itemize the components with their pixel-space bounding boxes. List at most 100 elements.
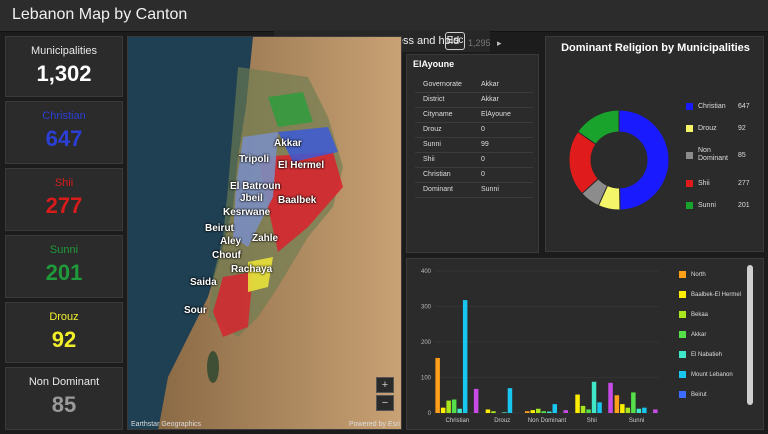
- bar-south[interactable]: [653, 409, 658, 413]
- bar-north[interactable]: [614, 395, 620, 413]
- x-tick-label: Christian: [446, 418, 470, 424]
- bar-baalbek-el-hermel[interactable]: [440, 407, 446, 413]
- attr-key: Christian: [415, 167, 473, 183]
- bar-el-nabatieh[interactable]: [547, 411, 552, 413]
- legend-swatch: [686, 152, 693, 159]
- map-label: Saida: [190, 277, 217, 288]
- legend-swatch: [679, 331, 686, 338]
- attr-key: Dominant: [415, 182, 473, 198]
- bar-bekaa[interactable]: [446, 400, 451, 413]
- map-label: Zahle: [252, 233, 279, 244]
- kpi-label: Municipalities: [30, 45, 98, 57]
- zoom-out-button[interactable]: −: [376, 395, 394, 411]
- title-bar: Lebanon Map by Canton: [0, 0, 768, 32]
- bar-chart-panel: 0 100 200 300 400 Christian Drouz Non Dominant S…: [406, 258, 764, 430]
- donut-title: Dominant Religion by Municipalities: [561, 42, 750, 54]
- attr-value: 99: [473, 137, 533, 153]
- attr-value: ElAyoune: [473, 107, 533, 123]
- legend-swatch: [679, 291, 686, 298]
- bar-south[interactable]: [473, 388, 479, 413]
- bar-akkar[interactable]: [631, 392, 636, 413]
- bar-north[interactable]: [435, 357, 440, 413]
- donut-chart-panel: Dominant Religion by Municipalities Chri…: [545, 36, 764, 252]
- map-label: Tripoli: [239, 154, 269, 165]
- attr-value: 0: [473, 152, 533, 168]
- bar-mount-lebanon[interactable]: [507, 388, 513, 413]
- map-view[interactable]: Akkar Tripoli El Hermel El Batroun Jbeil…: [127, 36, 402, 430]
- table-row: Christian 0: [415, 167, 533, 183]
- bar-mount-lebanon[interactable]: [552, 404, 558, 413]
- bar-el-nabatieh[interactable]: [502, 412, 507, 413]
- legend-scrollbar[interactable]: [747, 265, 753, 405]
- bar-el-nabatieh[interactable]: [457, 408, 462, 413]
- feature-count-ghost: 1,295: [468, 38, 491, 48]
- map-label: Rachaya: [231, 264, 273, 275]
- bar-north[interactable]: [525, 411, 530, 413]
- bar-baalbek-el-hermel[interactable]: [575, 394, 580, 413]
- donut-slice-christian[interactable]: [618, 109, 670, 211]
- kpi-label: Sunni: [49, 244, 79, 256]
- bar-mount-lebanon[interactable]: [597, 402, 602, 413]
- table-row: District Akkar: [415, 92, 533, 108]
- legend-swatch: [686, 125, 693, 132]
- next-arrow-icon[interactable]: ▸: [497, 38, 502, 49]
- legend-value: 647: [738, 103, 750, 110]
- bar-chart[interactable]: 0 100 200 300 400 Christian Drouz Non Dominant S…: [407, 259, 669, 427]
- legend-name: Bekaa: [691, 312, 709, 318]
- kpi-shii: Shii 277: [5, 168, 123, 231]
- bar-el-nabatieh[interactable]: [636, 408, 642, 413]
- legend-swatch: [679, 311, 686, 318]
- y-tick-label: 400: [421, 269, 432, 275]
- bar-baalbek-el-hermel[interactable]: [485, 409, 491, 413]
- attr-key: Sunni: [415, 137, 473, 153]
- bar-mount-lebanon[interactable]: [462, 300, 468, 413]
- map-label: El Hermel: [278, 160, 325, 171]
- kpi-value: 85: [51, 392, 77, 417]
- bar-south[interactable]: [608, 382, 613, 413]
- attribute-table: Governorate Akkar District Akkar Cityname E…: [415, 77, 533, 198]
- bar-akkar[interactable]: [586, 409, 591, 413]
- bar-el-nabatieh[interactable]: [591, 381, 597, 413]
- x-tick-label: Drouz: [494, 418, 510, 424]
- bar-baalbek-el-hermel[interactable]: [530, 410, 536, 413]
- map-label: Baalbek: [278, 195, 317, 206]
- bar-akkar[interactable]: [451, 399, 457, 413]
- map-label: El Batroun: [230, 181, 281, 192]
- table-row: Drouz 0: [415, 122, 533, 138]
- kpi-non-dominant: Non Dominant 85: [5, 367, 123, 430]
- map-label: Sour: [184, 305, 207, 316]
- legend-name: El Nabatieh: [691, 352, 723, 358]
- legend-name: Non Dominant: [698, 147, 728, 162]
- kpi-value: 277: [45, 193, 83, 218]
- bar-bekaa[interactable]: [580, 405, 586, 413]
- bar-akkar[interactable]: [541, 411, 547, 413]
- legend-value: 201: [738, 202, 750, 209]
- zoom-in-button[interactable]: +: [376, 377, 394, 393]
- x-tick-label: Sunni: [629, 418, 644, 424]
- y-tick-label: 200: [421, 340, 432, 346]
- table-row: Shii 0: [415, 152, 533, 168]
- bar-bekaa[interactable]: [625, 407, 631, 413]
- legend-name: Shii: [698, 180, 710, 187]
- kpi-christian: Christian 647: [5, 101, 123, 164]
- x-tick-label: Non Dominant: [528, 418, 567, 424]
- kpi-label: Non Dominant: [28, 376, 100, 388]
- bar-south[interactable]: [563, 410, 569, 413]
- kpi-municipalities: Municipalities 1,302: [5, 36, 123, 97]
- bar-mount-lebanon[interactable]: [642, 407, 647, 413]
- attr-value: Sunni: [473, 182, 533, 198]
- table-row: Dominant Sunni: [415, 182, 533, 198]
- kpi-value: 92: [51, 327, 77, 352]
- donut-chart[interactable]: [554, 95, 684, 225]
- legend-name: Baalbek-El Hermel: [691, 292, 742, 298]
- y-tick-label: 300: [421, 305, 432, 311]
- legend-swatch: [679, 391, 686, 398]
- bar-bekaa[interactable]: [491, 411, 496, 413]
- map-label: Kesrwane: [223, 207, 271, 218]
- bar-baalbek-el-hermel[interactable]: [620, 404, 625, 413]
- bar-bekaa[interactable]: [536, 408, 541, 413]
- legend-name: Christian: [698, 103, 726, 110]
- legend-swatch: [679, 271, 686, 278]
- esc-key-badge: Esc: [445, 32, 465, 50]
- table-row: Cityname ElAyoune: [415, 107, 533, 123]
